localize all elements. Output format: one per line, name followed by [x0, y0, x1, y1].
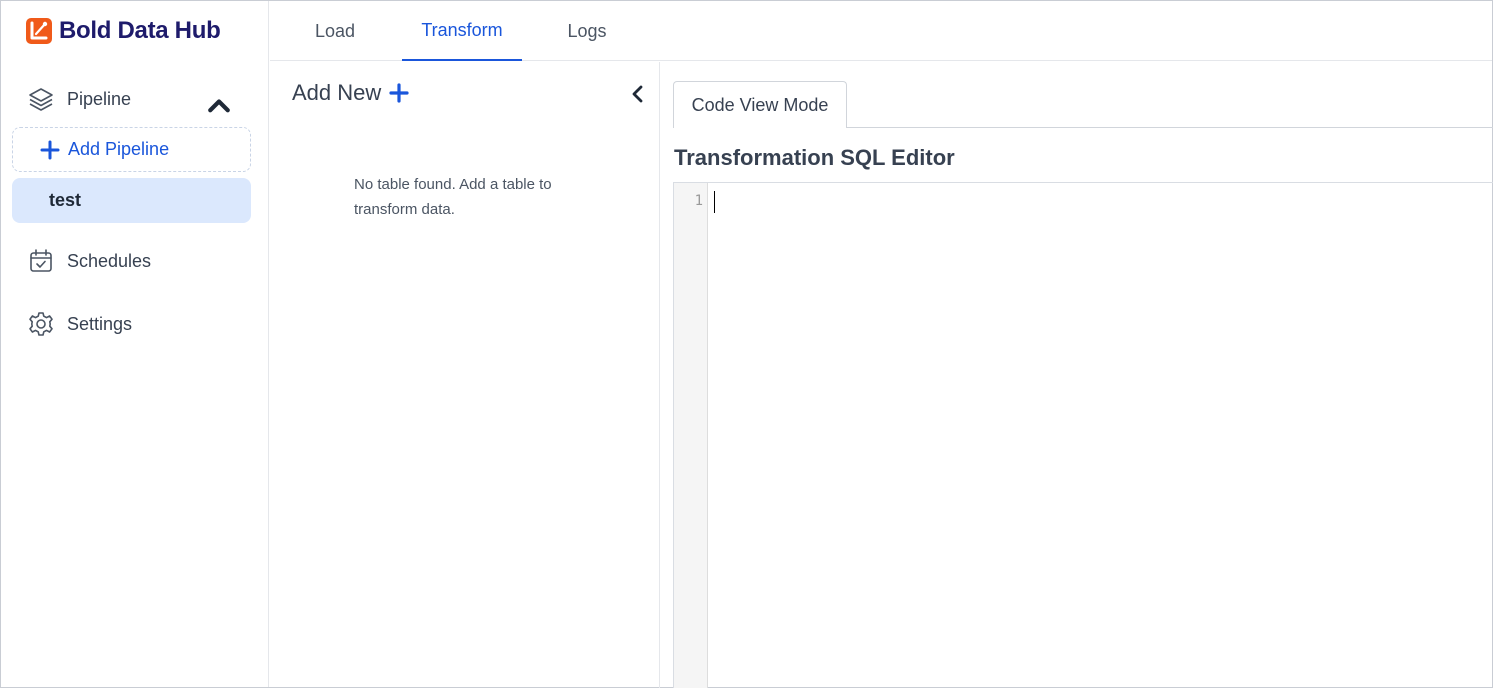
- add-pipeline-label: Add Pipeline: [68, 139, 170, 159]
- sidebar-item-settings[interactable]: Settings: [27, 310, 132, 338]
- table-panel: Add New No table found. Add a table to t…: [270, 62, 660, 688]
- plus-icon: [389, 83, 409, 103]
- sidebar-item-pipeline[interactable]: Pipeline: [27, 85, 233, 113]
- gear-icon: [29, 312, 53, 336]
- sidebar-item-schedules[interactable]: Schedules: [27, 247, 151, 275]
- line-number-gutter: 1: [674, 183, 708, 688]
- chevron-up-icon[interactable]: [205, 91, 233, 119]
- sidebar-item-label: Pipeline: [67, 88, 132, 109]
- app-logo[interactable]: Bold Data Hub: [25, 17, 221, 45]
- tab-code-view-mode[interactable]: Code View Mode: [673, 81, 847, 128]
- add-new-table-button[interactable]: Add New: [292, 80, 409, 106]
- tab-load[interactable]: Load: [300, 1, 370, 61]
- tab-transform[interactable]: Transform: [402, 1, 522, 61]
- empty-tables-message: No table found. Add a table to transform…: [354, 176, 552, 218]
- add-new-label: Add New: [292, 80, 382, 105]
- sql-editor[interactable]: 1: [673, 182, 1493, 688]
- tab-logs[interactable]: Logs: [552, 1, 622, 61]
- mode-tab-divider: [847, 127, 1493, 128]
- layers-icon: [29, 88, 53, 111]
- sidebar: Bold Data Hub Pipeline Add Pipeline test…: [1, 1, 269, 687]
- calendar-check-icon: [30, 249, 52, 272]
- pipeline-item-test[interactable]: test: [12, 178, 251, 223]
- sidebar-item-label: Schedules: [67, 250, 152, 271]
- sidebar-item-label: Settings: [67, 313, 133, 334]
- editor-title: Transformation SQL Editor: [674, 145, 955, 170]
- pipeline-item-label: test: [49, 190, 82, 210]
- add-pipeline-button[interactable]: Add Pipeline: [12, 127, 251, 172]
- bold-data-hub-logo-icon: [26, 18, 52, 44]
- collapse-panel-icon[interactable]: [630, 84, 646, 104]
- main-tabs: Load Transform Logs: [270, 1, 1492, 61]
- text-cursor: [714, 191, 715, 213]
- plus-icon: [40, 140, 60, 159]
- app-name: Bold Data Hub: [59, 17, 221, 44]
- line-number: 1: [694, 193, 703, 209]
